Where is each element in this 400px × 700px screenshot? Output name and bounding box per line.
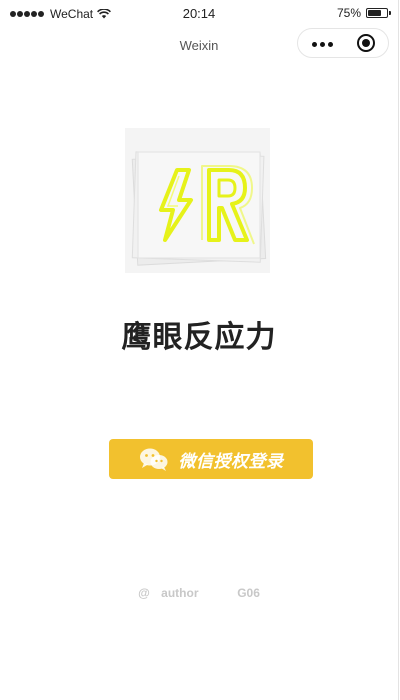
status-bar: WeChat 20:14 75% [0,0,398,28]
close-mini-program-icon[interactable] [357,34,375,52]
nav-bar: Weixin [0,28,398,64]
app-logo [125,128,270,273]
login-button-label: 微信授权登录 [178,451,284,471]
battery-percent: 75% [336,6,361,20]
wechat-icon [139,448,167,471]
more-icon[interactable] [312,42,333,47]
wechat-login-button[interactable]: 微信授权登录 [109,439,313,479]
app-name: 鹰眼反应力 [121,321,277,354]
author-text: author [161,586,199,600]
at-symbol: @ [138,586,150,600]
project-code: G06 [237,586,260,600]
footer-credit: @ author G06 [0,586,398,600]
status-right: 75% [336,6,391,20]
mini-program-page: WeChat 20:14 75% Weixin 鹰眼反应力 微信授权登录 @ a… [0,0,399,700]
battery-icon [366,8,391,18]
capsule-menu [297,28,389,58]
capsule-divider [344,36,345,51]
